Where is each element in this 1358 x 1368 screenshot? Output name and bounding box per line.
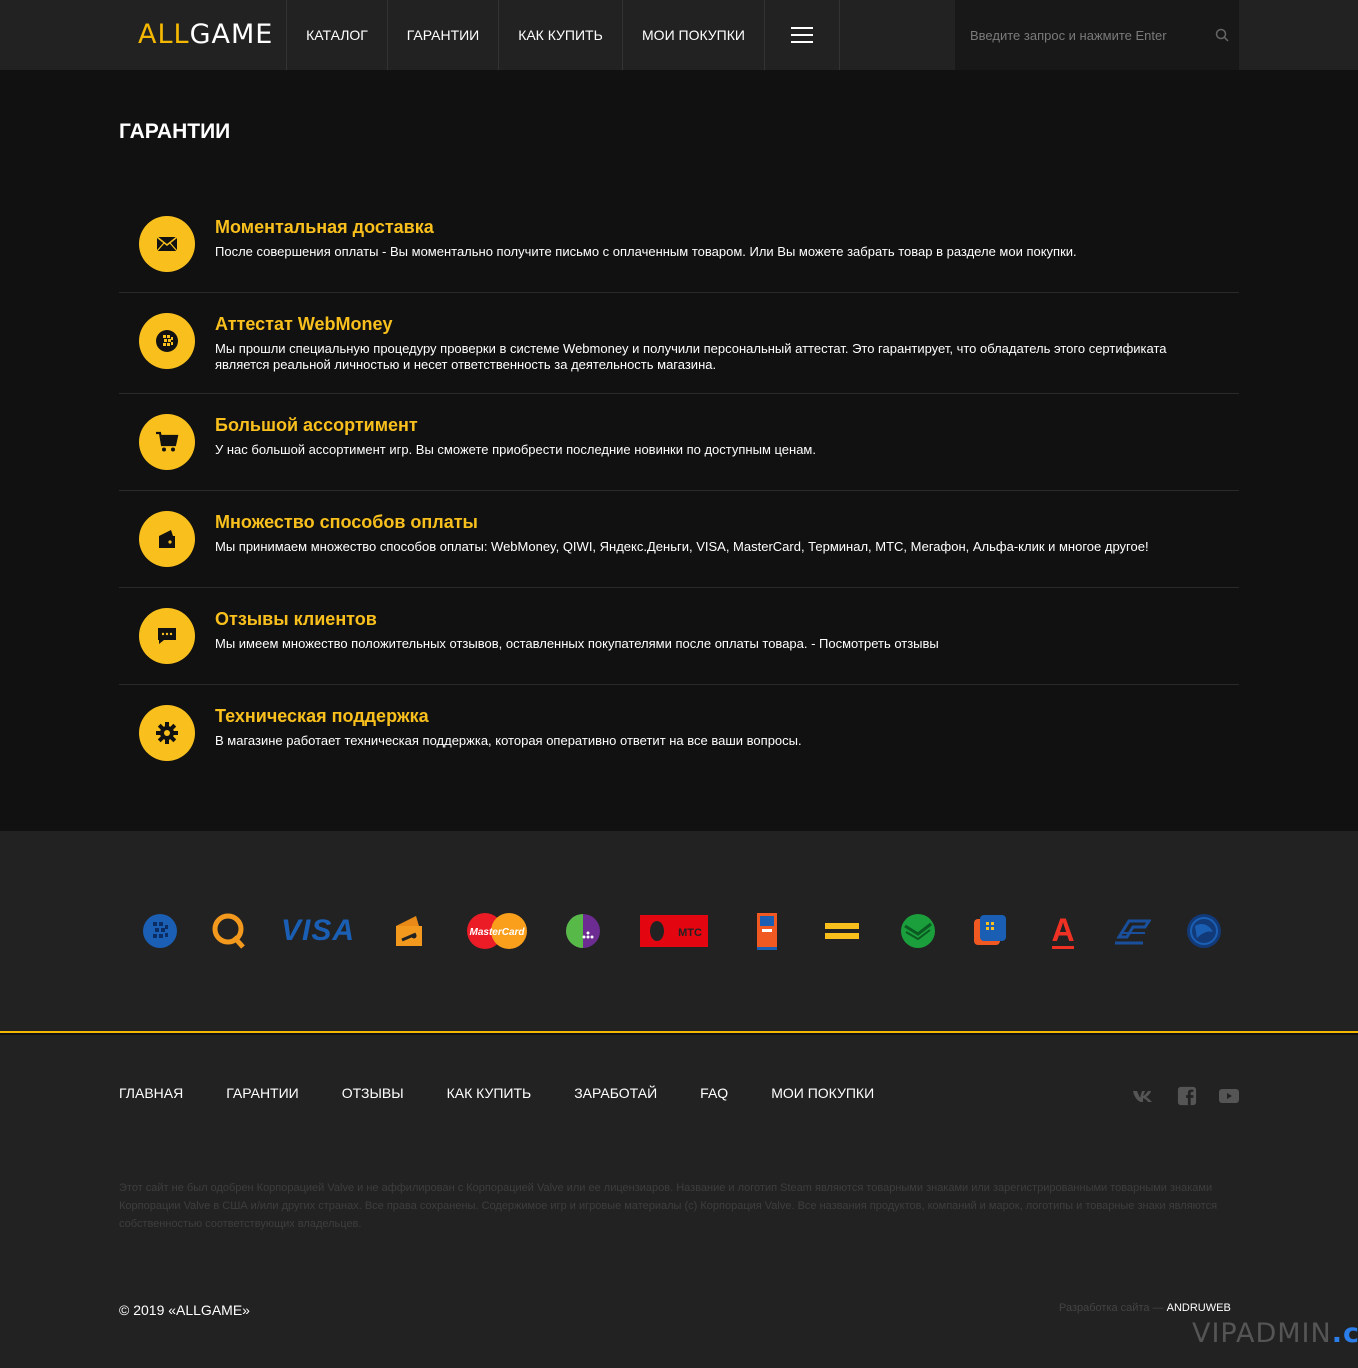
envelope-icon xyxy=(139,216,195,272)
developer-credit: Разработка сайта — ANDRUWEB xyxy=(1059,1302,1231,1314)
search-input[interactable] xyxy=(955,0,1205,70)
webmoney-icon xyxy=(140,909,180,953)
legal-disclaimer: Этот сайт не был одобрен Корпорацией Val… xyxy=(119,1182,1218,1230)
guarantees-list: Моментальная доставка После совершения о… xyxy=(119,196,1239,782)
copyright: © 2019 «ALLGAME» xyxy=(119,1302,250,1318)
feature-text: У нас большой ассортимент игр. Вы сможет… xyxy=(215,442,816,457)
nav-label: МОИ ПОКУПКИ xyxy=(642,27,745,43)
alfa-bank-icon: А xyxy=(1048,909,1078,953)
nav-label: КАТАЛОГ xyxy=(306,27,368,43)
watermark-club: .club xyxy=(1331,1318,1358,1349)
feature-title: Множество способов оплаты xyxy=(215,512,478,532)
feature-text: После совершения оплаты - Вы моментально… xyxy=(215,244,1077,259)
footer-link-home[interactable]: ГЛАВНАЯ xyxy=(119,1085,183,1101)
developer-link[interactable]: ANDRUWEB xyxy=(1167,1302,1231,1314)
search-icon[interactable] xyxy=(1215,28,1229,42)
nav-label: КАК КУПИТЬ xyxy=(518,27,603,43)
feature-item: Большой ассортимент У нас большой ассорт… xyxy=(119,394,1239,491)
nav-label: ГАРАНТИИ xyxy=(406,27,480,43)
main-nav: КАТАЛОГ ГАРАНТИИ КАК КУПИТЬ МОИ ПОКУПКИ xyxy=(286,0,840,70)
developer-label: Разработка сайта — xyxy=(1059,1302,1164,1314)
nav-item-my-purchases[interactable]: МОИ ПОКУПКИ xyxy=(622,0,764,70)
feature-title: Моментальная доставка xyxy=(215,217,434,237)
page-title: ГАРАНТИИ xyxy=(119,120,231,143)
mastercard-label: MasterCard xyxy=(469,927,525,938)
feature-item: Аттестат WebMoney Мы прошли специальную … xyxy=(119,293,1239,394)
logo-part-game: GAME xyxy=(189,19,274,50)
youtube-icon[interactable] xyxy=(1218,1086,1240,1106)
menu-button[interactable] xyxy=(764,0,840,70)
feature-title: Аттестат WebMoney xyxy=(215,314,393,334)
footer-link-how-to-buy[interactable]: КАК КУПИТЬ xyxy=(447,1085,532,1101)
feature-item: Отзывы клиентов Мы имеем множество полож… xyxy=(119,588,1239,685)
rapida-icon xyxy=(970,909,1010,953)
terminal-icon xyxy=(752,909,782,953)
site-logo[interactable]: ALLGAME xyxy=(138,20,273,50)
feature-item: Техническая поддержка В магазине работае… xyxy=(119,685,1239,782)
gear-icon xyxy=(139,705,195,761)
megafon-icon xyxy=(563,909,603,953)
feature-item: Моментальная доставка После совершения о… xyxy=(119,196,1239,293)
nav-item-guarantees[interactable]: ГАРАНТИИ xyxy=(387,0,498,70)
feature-title: Большой ассортимент xyxy=(215,415,418,435)
hamburger-icon xyxy=(791,27,813,43)
mastercard-icon: MasterCard xyxy=(466,909,528,953)
visa-label: VISA xyxy=(280,914,356,947)
visa-icon: VISA xyxy=(278,909,358,953)
nav-item-catalog[interactable]: КАТАЛОГ xyxy=(286,0,387,70)
liqpay-icon xyxy=(1184,909,1224,953)
watermark-text: VIPADMIN xyxy=(1192,1318,1332,1349)
feature-title: Техническая поддержка xyxy=(215,706,429,726)
wallet-icon xyxy=(139,511,195,567)
mts-icon: МТС xyxy=(640,909,708,953)
footer-link-faq[interactable]: FAQ xyxy=(700,1085,728,1101)
yandex-money-icon xyxy=(390,909,428,953)
payment-methods: VISA MasterCard МТС А xyxy=(0,831,1358,1033)
top-header: ALLGAME КАТАЛОГ ГАРАНТИИ КАК КУПИТЬ МОИ … xyxy=(0,0,1358,70)
feature-text: Мы принимаем множество способов оплаты: … xyxy=(215,539,1149,554)
watermark: VIPADMIN.club xyxy=(1192,1318,1358,1349)
beeline-icon xyxy=(822,909,862,953)
sberbank-icon xyxy=(898,909,938,953)
footer-link-earn[interactable]: ЗАРАБОТАЙ xyxy=(574,1085,657,1101)
footer-link-guarantees[interactable]: ГАРАНТИИ xyxy=(226,1085,299,1101)
qiwi-icon xyxy=(210,909,250,953)
site-footer: ГЛАВНАЯ ГАРАНТИИ ОТЗЫВЫ КАК КУПИТЬ ЗАРАБ… xyxy=(0,1035,1358,1368)
psb-icon xyxy=(1112,909,1152,953)
cart-icon xyxy=(139,414,195,470)
nav-item-how-to-buy[interactable]: КАК КУПИТЬ xyxy=(498,0,622,70)
footer-link-reviews[interactable]: ОТЗЫВЫ xyxy=(342,1085,404,1101)
feature-text: Мы прошли специальную процедуру проверки… xyxy=(215,341,1167,372)
chat-icon xyxy=(139,608,195,664)
feature-text: В магазине работает техническая поддержк… xyxy=(215,733,802,748)
logo-part-all: ALL xyxy=(138,19,190,50)
footer-nav: ГЛАВНАЯ ГАРАНТИИ ОТЗЫВЫ КАК КУПИТЬ ЗАРАБ… xyxy=(119,1085,917,1101)
feature-title: Отзывы клиентов xyxy=(215,609,377,629)
footer-link-my-purchases[interactable]: МОИ ПОКУПКИ xyxy=(771,1085,874,1101)
mts-label: МТС xyxy=(678,927,702,939)
facebook-icon[interactable] xyxy=(1176,1086,1198,1106)
webmoney-globe-icon xyxy=(139,313,195,369)
feature-item: Множество способов оплаты Мы принимаем м… xyxy=(119,491,1239,588)
search-box xyxy=(955,0,1239,70)
vk-icon[interactable] xyxy=(1132,1086,1154,1106)
alfa-label: А xyxy=(1051,912,1074,948)
feature-text[interactable]: Мы имеем множество положительных отзывов… xyxy=(215,636,1215,652)
